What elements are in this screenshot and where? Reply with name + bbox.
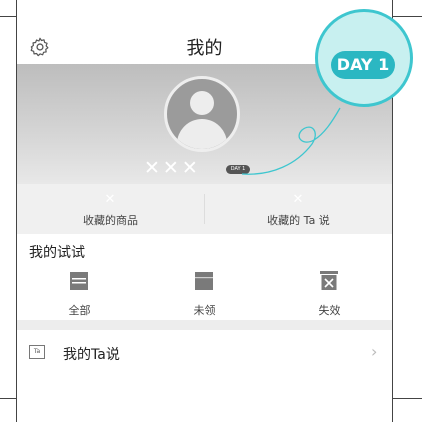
chevron-right-icon: › (371, 342, 378, 361)
section-separator (17, 320, 392, 330)
guide-line-top-right (392, 16, 422, 17)
guide-line-top-left (0, 16, 16, 17)
ta-icon: Ta (29, 345, 45, 359)
tries-unclaimed[interactable]: 未领 (142, 264, 267, 320)
my-ta-posts-row[interactable]: Ta 我的Ta说 › (17, 330, 392, 376)
favorite-ta-posts-label: 收藏的 Ta 说 (267, 214, 330, 227)
tries-expired-label: 失效 (318, 304, 341, 317)
favorites-row: ✕ 收藏的商品 ✕ 收藏的 Ta 说 (17, 184, 392, 234)
favorite-products-label: 收藏的商品 (83, 214, 138, 227)
avatar-head-shape (190, 91, 214, 115)
my-ta-posts-label: 我的Ta说 (63, 347, 120, 363)
tries-expired[interactable]: 失效 (267, 264, 392, 320)
callout-pointer-curve (242, 107, 341, 175)
tries-unclaimed-label: 未领 (193, 304, 216, 317)
tries-all[interactable]: 全部 (17, 264, 142, 320)
unclaimed-icon (195, 272, 213, 290)
favorite-ta-posts-icon: ✕ (292, 192, 304, 207)
expired-icon (320, 271, 338, 290)
avatar[interactable] (164, 76, 240, 152)
favorite-products[interactable]: ✕ 收藏的商品 (17, 184, 204, 234)
all-icon (70, 272, 88, 290)
day-callout-magnifier: DAY 1 (315, 9, 413, 107)
my-tries-title: 我的试试 (29, 245, 85, 261)
avatar-body-shape (177, 119, 227, 149)
favorite-products-icon: ✕ (104, 192, 116, 207)
user-name: ✕✕✕ (144, 157, 201, 179)
day-badge-large: DAY 1 (331, 51, 395, 79)
tries-all-label: 全部 (68, 304, 91, 317)
my-tries-row: 全部 未领 失效 (17, 264, 392, 320)
favorite-ta-posts[interactable]: ✕ 收藏的 Ta 说 (205, 184, 392, 234)
guide-line-bottom-left (0, 398, 16, 399)
guide-line-bottom-right (392, 398, 422, 399)
